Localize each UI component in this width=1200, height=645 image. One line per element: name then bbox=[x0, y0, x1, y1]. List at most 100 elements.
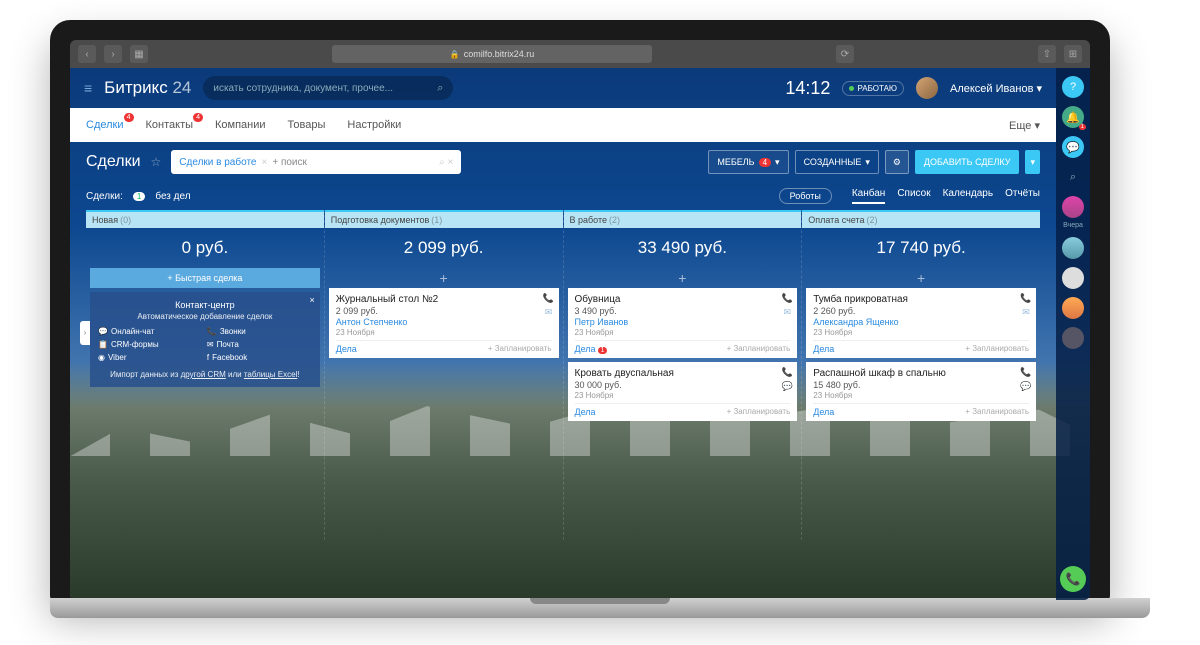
subheader: Сделки: 1 без дел Роботы Канбан Список К… bbox=[70, 182, 1056, 210]
logo[interactable]: Битрикс 24 bbox=[104, 78, 191, 98]
add-card[interactable]: + bbox=[564, 268, 802, 288]
deal-card[interactable]: 📞💬 Распашной шкаф в спальню 15 480 руб. … bbox=[806, 362, 1036, 421]
contact-avatar[interactable] bbox=[1062, 237, 1084, 259]
tab-deals[interactable]: Сделки4 bbox=[86, 119, 124, 131]
tabs-more[interactable]: Еще ▾ bbox=[1009, 119, 1040, 132]
tab-contacts[interactable]: Контакты4 bbox=[146, 119, 194, 131]
add-deal-button[interactable]: ДОБАВИТЬ СДЕЛКУ bbox=[915, 150, 1020, 174]
kanban-column-docs: Подготовка документов(1) 2 099 руб. + 📞 ✉… bbox=[325, 210, 564, 540]
tabs-button[interactable]: ⊞ bbox=[1064, 45, 1082, 63]
app-window: ≡ Битрикс 24 искать сотрудника, документ… bbox=[70, 68, 1090, 600]
column-header[interactable]: Подготовка документов(1) bbox=[325, 210, 563, 228]
back-button[interactable]: ‹ bbox=[78, 45, 96, 63]
filter-tag[interactable]: Сделки в работе bbox=[179, 157, 256, 168]
contact-avatar[interactable] bbox=[1062, 196, 1084, 218]
messenger-icon[interactable]: 💬 bbox=[1062, 136, 1084, 158]
view-list[interactable]: Список bbox=[897, 188, 930, 204]
deal-card[interactable]: 📞✉ Журнальный стол №2 2 099 руб. Антон С… bbox=[329, 288, 559, 358]
view-calendar[interactable]: Календарь bbox=[943, 188, 993, 204]
pipeline-dropdown[interactable]: МЕБЕЛЬ4▾ bbox=[708, 150, 788, 174]
column-sum: 33 490 руб. bbox=[564, 228, 802, 268]
phone-icon[interactable]: 📞 bbox=[1020, 292, 1032, 304]
phone-icon[interactable]: 📞 bbox=[543, 292, 555, 304]
deals-label: Сделки: bbox=[86, 191, 123, 202]
url-bar[interactable]: 🔒comilfo.bitrix24.ru bbox=[332, 45, 652, 63]
topbar: ≡ Битрикс 24 искать сотрудника, документ… bbox=[70, 68, 1056, 108]
tab-companies[interactable]: Компании bbox=[215, 119, 266, 131]
help-icon[interactable]: ? bbox=[1062, 76, 1084, 98]
call-button[interactable]: 📞 bbox=[1060, 566, 1086, 592]
close-icon[interactable]: × bbox=[309, 295, 314, 305]
mail-icon[interactable]: ✉ bbox=[781, 306, 793, 318]
quick-deal-button[interactable]: + Быстрая сделка bbox=[90, 268, 320, 288]
cc-calls[interactable]: 📞 Звонки bbox=[207, 327, 312, 336]
chat-icon[interactable]: 💬 bbox=[781, 380, 793, 392]
page-title: Сделки bbox=[86, 153, 141, 171]
user-name[interactable]: Алексей Иванов ▾ bbox=[950, 82, 1042, 95]
reload-button[interactable]: ⟳ bbox=[836, 45, 854, 63]
bell-icon[interactable]: 🔔1 bbox=[1062, 106, 1084, 128]
menu-icon[interactable]: ≡ bbox=[84, 80, 92, 96]
phone-icon[interactable]: 📞 bbox=[781, 366, 793, 378]
global-search[interactable]: искать сотрудника, документ, прочее...⌕ bbox=[203, 76, 453, 100]
cc-onlinechat[interactable]: 💬 Онлайн-чат bbox=[98, 327, 203, 336]
share-button[interactable]: ⇧ bbox=[1038, 45, 1056, 63]
kanban-board: Новая(0) 0 руб. + Быстрая сделка › × Кон… bbox=[70, 210, 1056, 540]
column-header[interactable]: Оплата счета(2) bbox=[802, 210, 1040, 228]
status-pill[interactable]: РАБОТАЮ bbox=[842, 81, 904, 96]
panel-handle[interactable]: › bbox=[80, 321, 90, 345]
forward-button[interactable]: › bbox=[104, 45, 122, 63]
screen: ‹ › ▦ 🔒comilfo.bitrix24.ru ⟳ ⇧ ⊞ ≡ Битри… bbox=[70, 40, 1090, 600]
contact-avatar[interactable] bbox=[1062, 327, 1084, 349]
panel-title: Контакт-центр bbox=[98, 300, 312, 310]
cc-facebook[interactable]: f Facebook bbox=[207, 353, 312, 362]
views-switcher: Роботы Канбан Список Календарь Отчёты bbox=[779, 188, 1040, 204]
column-header[interactable]: Новая(0) bbox=[86, 210, 324, 228]
mail-icon[interactable]: ✉ bbox=[1020, 306, 1032, 318]
nav-tabs: Сделки4 Контакты4 Компании Товары Настро… bbox=[70, 108, 1056, 142]
mail-icon[interactable]: ✉ bbox=[543, 306, 555, 318]
kanban-column-payment: Оплата счета(2) 17 740 руб. + 📞✉ Тумба п… bbox=[802, 210, 1040, 540]
chat-icon[interactable]: 💬 bbox=[1020, 380, 1032, 392]
cc-forms[interactable]: 📋 CRM-формы bbox=[98, 340, 203, 349]
no-deal-label: без дел bbox=[155, 191, 190, 202]
clock: 14:12 bbox=[785, 78, 830, 99]
filter-input[interactable]: Сделки в работе× + поиск ⌕ × bbox=[171, 150, 461, 174]
deal-card[interactable]: 📞✉ Обувница 3 490 руб. Петр Иванов 23 Но… bbox=[568, 288, 798, 358]
view-kanban[interactable]: Канбан bbox=[852, 188, 886, 204]
add-deal-dropdown[interactable]: ▾ bbox=[1025, 150, 1040, 174]
robots-button[interactable]: Роботы bbox=[779, 188, 832, 204]
add-card[interactable]: + bbox=[802, 268, 1040, 288]
column-sum: 17 740 руб. bbox=[802, 228, 1040, 268]
contact-avatar[interactable] bbox=[1062, 267, 1084, 289]
kanban-column-work: В работе(2) 33 490 руб. + 📞✉ Обувница 3 … bbox=[564, 210, 803, 540]
favorite-icon[interactable]: ☆ bbox=[151, 155, 162, 169]
column-header[interactable]: В работе(2) bbox=[564, 210, 802, 228]
search-icon: ⌕ bbox=[437, 82, 443, 95]
view-reports[interactable]: Отчёты bbox=[1005, 188, 1040, 204]
gear-button[interactable]: ⚙ bbox=[885, 150, 909, 174]
column-sum: 2 099 руб. bbox=[325, 228, 563, 268]
deal-card[interactable]: 📞✉ Тумба прикроватная 2 260 руб. Алексан… bbox=[806, 288, 1036, 358]
tab-goods[interactable]: Товары bbox=[288, 119, 326, 131]
cc-mail[interactable]: ✉ Почта bbox=[207, 340, 312, 349]
laptop-frame: ‹ › ▦ 🔒comilfo.bitrix24.ru ⟳ ⇧ ⊞ ≡ Битри… bbox=[50, 20, 1110, 600]
user-avatar[interactable] bbox=[916, 77, 938, 99]
search-icon[interactable]: ⌕ bbox=[1062, 166, 1084, 188]
add-card[interactable]: + bbox=[325, 268, 563, 288]
import-text: Импорт данных из другой CRM или таблицы … bbox=[98, 370, 312, 379]
import-crm-link[interactable]: другой CRM bbox=[181, 370, 226, 379]
import-excel-link[interactable]: таблицы Excel bbox=[244, 370, 298, 379]
sort-dropdown[interactable]: СОЗДАННЫЕ ▾ bbox=[795, 150, 879, 174]
kanban-column-new: Новая(0) 0 руб. + Быстрая сделка › × Кон… bbox=[86, 210, 325, 540]
cc-viber[interactable]: ◉ Viber bbox=[98, 353, 203, 362]
sidebar-toggle[interactable]: ▦ bbox=[130, 45, 148, 63]
search-icon: ⌕ × bbox=[439, 157, 453, 168]
panel-subtitle: Автоматическое добавление сделок bbox=[98, 312, 312, 321]
contact-avatar[interactable] bbox=[1062, 297, 1084, 319]
laptop-base bbox=[50, 598, 1150, 618]
tab-settings[interactable]: Настройки bbox=[347, 119, 401, 131]
phone-icon[interactable]: 📞 bbox=[781, 292, 793, 304]
phone-icon[interactable]: 📞 bbox=[1020, 366, 1032, 378]
deal-card[interactable]: 📞💬 Кровать двуспальная 30 000 руб. 23 Но… bbox=[568, 362, 798, 421]
